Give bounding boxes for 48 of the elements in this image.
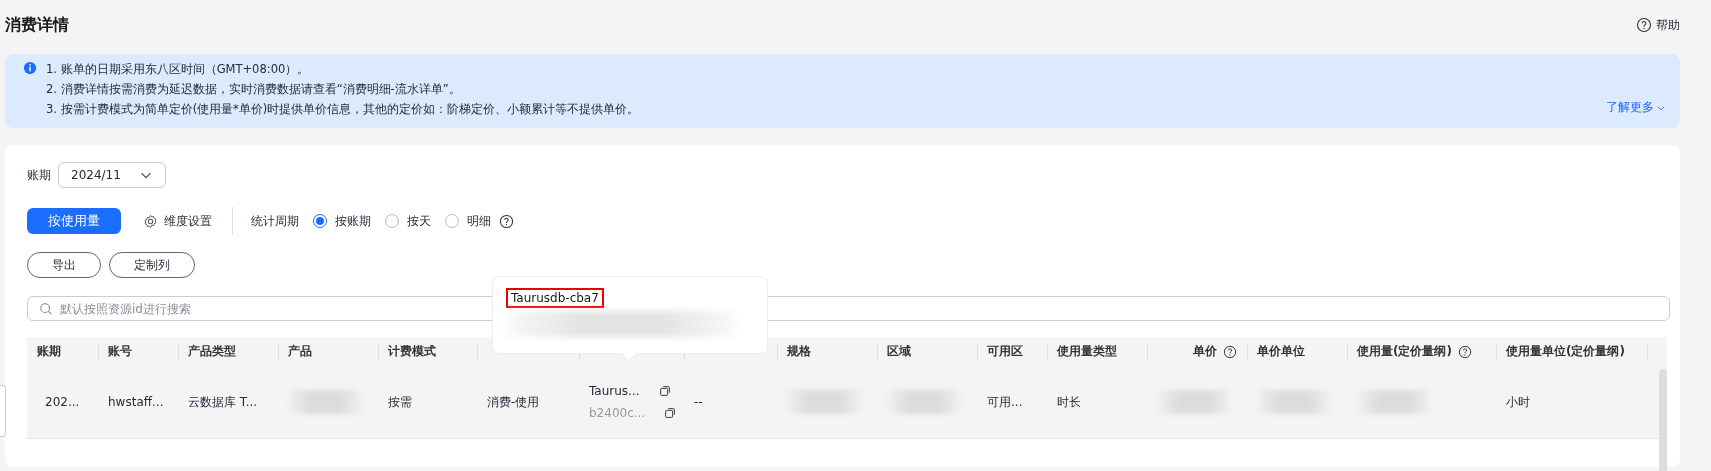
table-cell: 小时 bbox=[1506, 393, 1530, 411]
table-cell: -- bbox=[694, 395, 703, 409]
table-cell: 按需 bbox=[388, 393, 412, 411]
notice-text: 3. 按需计费模式为简单定价(使用量*单价)时提供单价信息，其他的定价如：阶梯定价、小额累计等不提供单价。 bbox=[46, 101, 640, 118]
table-cell: 云数据库 T... bbox=[188, 393, 258, 411]
column-header: 使用量类型 bbox=[1057, 343, 1117, 360]
action-button[interactable]: 定制列 bbox=[109, 252, 195, 278]
radio-option[interactable]: 按天 bbox=[385, 212, 431, 230]
table-cell: hwstaff... bbox=[108, 395, 164, 409]
table-cell: 时长 bbox=[1057, 393, 1081, 411]
table-cell: 消费-使用 bbox=[487, 393, 540, 411]
column-header: 产品类型 bbox=[188, 343, 236, 360]
column-header: 单价 bbox=[1193, 343, 1217, 360]
tooltip-title: Taurusdb-cba7 bbox=[506, 288, 604, 308]
column-header: 产品 bbox=[288, 343, 312, 360]
notice-text: 2. 消费详情按需消费为延迟数据，实时消费数据请查看“消费明细-流水详单”。 bbox=[46, 81, 462, 98]
table-cell: 202... bbox=[45, 395, 80, 409]
column-header: 使用量(定价量纲) bbox=[1357, 343, 1452, 360]
column-header: 可用区 bbox=[987, 343, 1023, 360]
field-label: 统计周期 bbox=[251, 212, 299, 230]
action-button[interactable]: 导出 bbox=[27, 252, 101, 278]
page-title: 消费详情 bbox=[5, 14, 69, 36]
gear-icon bbox=[143, 213, 158, 229]
period-select[interactable]: 2024/11 bbox=[58, 162, 166, 188]
view-tab[interactable]: 按使用量 bbox=[27, 208, 121, 234]
learn-more-link[interactable]: 了解更多 bbox=[1606, 99, 1666, 116]
field-label: 账期 bbox=[27, 166, 51, 184]
notice-text: 1. 账单的日期采用东八区时间（GMT+08:00）。 bbox=[46, 61, 311, 78]
column-header: 账期 bbox=[37, 343, 61, 360]
resource-name[interactable]: Taurus... bbox=[589, 384, 640, 398]
column-header: 规格 bbox=[787, 343, 811, 360]
column-header: 区域 bbox=[887, 343, 911, 360]
radio-option[interactable]: 明细 bbox=[445, 212, 491, 230]
help-icon bbox=[499, 213, 514, 229]
scrollbar[interactable] bbox=[1659, 369, 1667, 471]
column-header: 计费模式 bbox=[388, 343, 436, 360]
table-cell: 可用... bbox=[987, 393, 1023, 411]
column-header: 单价单位 bbox=[1257, 343, 1305, 360]
copy-icon bbox=[663, 406, 678, 420]
column-header: 账号 bbox=[108, 343, 132, 360]
column-header: 使用量单位(定价量纲) bbox=[1506, 343, 1625, 360]
dimension-settings-link[interactable]: 维度设置 bbox=[143, 212, 212, 230]
side-tab[interactable] bbox=[0, 385, 6, 437]
copy-icon bbox=[657, 384, 672, 398]
info-icon bbox=[23, 61, 37, 75]
help-icon bbox=[1636, 17, 1652, 33]
radio-option[interactable]: 按账期 bbox=[313, 212, 371, 230]
help-link[interactable]: 帮助 bbox=[1636, 16, 1680, 34]
